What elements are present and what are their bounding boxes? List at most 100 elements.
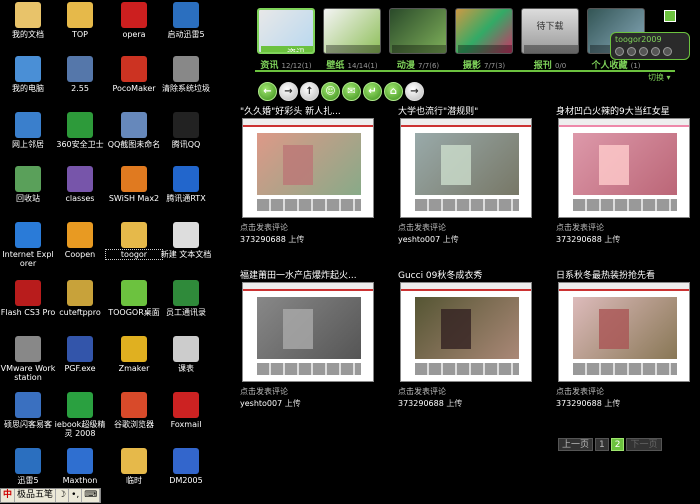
desktop-icon[interactable]: 回收站: [0, 166, 56, 203]
desktop-icon[interactable]: Flash CS3 Pro: [0, 280, 56, 317]
comment-link[interactable]: 点击发表评论: [398, 386, 446, 397]
user-button-icon[interactable]: [663, 47, 672, 56]
news-item[interactable]: "久久婚"好彩头 新人扎... 点击发表评论 373290688 上传: [240, 104, 390, 244]
next-icon[interactable]: →: [405, 82, 424, 101]
desktop-icon[interactable]: Foxmail: [158, 392, 214, 429]
user-button-icon[interactable]: [627, 47, 636, 56]
widget-close-icon[interactable]: [664, 10, 676, 22]
news-title[interactable]: Gucci 09秋冬成衣秀: [398, 268, 548, 281]
ime-punct-icon[interactable]: •,: [69, 489, 83, 502]
news-item[interactable]: 福建莆田一水产店爆炸起火... 点击发表评论 yeshto007 上传: [240, 268, 390, 408]
desktop-icon[interactable]: 360安全卫士: [52, 112, 108, 149]
page-1-button[interactable]: 1: [595, 438, 609, 451]
desktop-icon[interactable]: 清除系统垃圾: [158, 56, 214, 93]
news-thumbnail[interactable]: [242, 118, 374, 218]
desktop-icon[interactable]: 我的文档: [0, 2, 56, 39]
uploader-name[interactable]: 373290688: [240, 235, 286, 244]
comment-link[interactable]: 点击发表评论: [240, 386, 288, 397]
desktop-icon[interactable]: 我的电脑: [0, 56, 56, 93]
next-page-button[interactable]: 下一页: [626, 438, 662, 451]
desktop-icon[interactable]: 腾讯通RTX: [158, 166, 214, 203]
ime-keyboard-icon[interactable]: ⌨: [82, 489, 101, 502]
ime-logo[interactable]: 中: [1, 489, 16, 502]
uploader-name[interactable]: yeshto007: [240, 399, 282, 408]
desktop-icon[interactable]: iebook超级精灵 2008: [52, 392, 108, 438]
news-thumbnail[interactable]: [400, 118, 532, 218]
news-item[interactable]: Gucci 09秋冬成衣秀 点击发表评论 373290688 上传: [398, 268, 548, 408]
desktop-icon[interactable]: Zmaker: [106, 336, 162, 373]
comment-link[interactable]: 点击发表评论: [556, 386, 604, 397]
smile-icon[interactable]: ☺: [321, 82, 340, 101]
desktop-icon[interactable]: 迅雷5: [0, 448, 56, 485]
desktop-icon[interactable]: toogor: [105, 222, 163, 260]
news-thumbnail[interactable]: [242, 282, 374, 382]
upload-label: 上传: [446, 399, 463, 408]
uploader-line: 373290688 上传: [556, 398, 620, 409]
ime-name[interactable]: 极品五笔: [15, 489, 57, 502]
ime-moon-icon[interactable]: ☽: [56, 489, 70, 502]
comment-link[interactable]: 点击发表评论: [398, 222, 446, 233]
uploader-name[interactable]: 373290688: [398, 399, 444, 408]
return-icon[interactable]: ↵: [363, 82, 382, 101]
desktop-icon[interactable]: 启动迅雷5: [158, 2, 214, 39]
desktop-icon[interactable]: 谷歌浏览器: [106, 392, 162, 429]
news-item[interactable]: 身材凹凸火辣的9大当红女星 点击发表评论 373290688 上传: [556, 104, 700, 244]
desktop-icon[interactable]: opera: [106, 2, 162, 39]
user-button-icon[interactable]: [651, 47, 660, 56]
desktop-icon[interactable]: Maxthon: [52, 448, 108, 485]
user-button-icon[interactable]: [615, 47, 624, 56]
desktop-icon[interactable]: Coopen: [52, 222, 108, 259]
news-title[interactable]: 身材凹凸火辣的9大当红女星: [556, 104, 700, 117]
desktop-icon[interactable]: TOOGOR桌面: [106, 280, 162, 317]
forward-icon[interactable]: →: [279, 82, 298, 101]
news-item[interactable]: 日系秋冬最热装扮抢先看 点击发表评论 373290688 上传: [556, 268, 700, 408]
desktop-icon[interactable]: PocoMaker: [106, 56, 162, 93]
category-tab[interactable]: 壁纸 14/14(1): [321, 6, 383, 73]
uploader-name[interactable]: 373290688: [556, 235, 602, 244]
prev-page-button[interactable]: 上一页: [558, 438, 594, 451]
desktop-icon[interactable]: 员工通讯录: [158, 280, 214, 317]
desktop-icon[interactable]: 网上邻居: [0, 112, 56, 149]
desktop-icon[interactable]: 课表: [158, 336, 214, 373]
desktop-icon[interactable]: cuteftppro: [52, 280, 108, 317]
desktop-icon-label: 课表: [178, 364, 194, 373]
news-item[interactable]: 大学也流行"潜规则" 点击发表评论 yeshto007 上传: [398, 104, 548, 244]
uploader-name[interactable]: 373290688: [556, 399, 602, 408]
uploader-line: 373290688 上传: [240, 234, 304, 245]
desktop-icon[interactable]: 2.55: [52, 56, 108, 93]
uploader-name[interactable]: yeshto007: [398, 235, 440, 244]
news-title[interactable]: 大学也流行"潜规则": [398, 104, 548, 117]
desktop-icon[interactable]: 硕思闪客易客: [0, 392, 56, 429]
desktop-icon[interactable]: VMware Workstation: [0, 336, 56, 382]
desktop-icon[interactable]: SWiSH Max2: [106, 166, 162, 203]
home-icon[interactable]: ⌂: [384, 82, 403, 101]
desktop-icon[interactable]: PGF.exe: [52, 336, 108, 373]
category-tab[interactable]: 动漫 7/7(6): [387, 6, 449, 73]
category-tab[interactable]: 摄影 7/7(3): [453, 6, 515, 73]
page-2-button[interactable]: 2: [610, 438, 625, 451]
news-title[interactable]: 日系秋冬最热装扮抢先看: [556, 268, 700, 281]
news-thumbnail[interactable]: [558, 282, 690, 382]
news-title[interactable]: 福建莆田一水产店爆炸起火...: [240, 268, 390, 281]
up-icon[interactable]: ↑: [300, 82, 319, 101]
mail-icon[interactable]: ✉: [342, 82, 361, 101]
comment-link[interactable]: 点击发表评论: [240, 222, 288, 233]
desktop-icon[interactable]: DM2005: [158, 448, 214, 485]
back-icon[interactable]: ←: [258, 82, 277, 101]
desktop-icon[interactable]: 新建 文本文档: [158, 222, 214, 259]
news-thumbnail[interactable]: [400, 282, 532, 382]
desktop-icon[interactable]: QQ截图未命名: [106, 112, 162, 149]
desktop-icon[interactable]: TOP: [52, 2, 108, 39]
desktop-icon[interactable]: Internet Explorer: [0, 222, 56, 268]
news-thumbnail[interactable]: [558, 118, 690, 218]
ime-toolbar[interactable]: 中 极品五笔 ☽ •, ⌨: [0, 488, 102, 503]
desktop-icon[interactable]: 临时: [106, 448, 162, 485]
news-title[interactable]: "久久婚"好彩头 新人扎...: [240, 104, 390, 117]
user-button-icon[interactable]: [639, 47, 648, 56]
comment-link[interactable]: 点击发表评论: [556, 222, 604, 233]
switch-button[interactable]: 切换 ▾: [648, 72, 671, 83]
category-tab[interactable]: 资讯 资讯 12/12(1): [255, 6, 317, 73]
desktop-icon[interactable]: 腾讯QQ: [158, 112, 214, 149]
desktop-icon[interactable]: classes: [52, 166, 108, 203]
category-tab[interactable]: 待下载 报刊 0/0: [519, 6, 581, 73]
